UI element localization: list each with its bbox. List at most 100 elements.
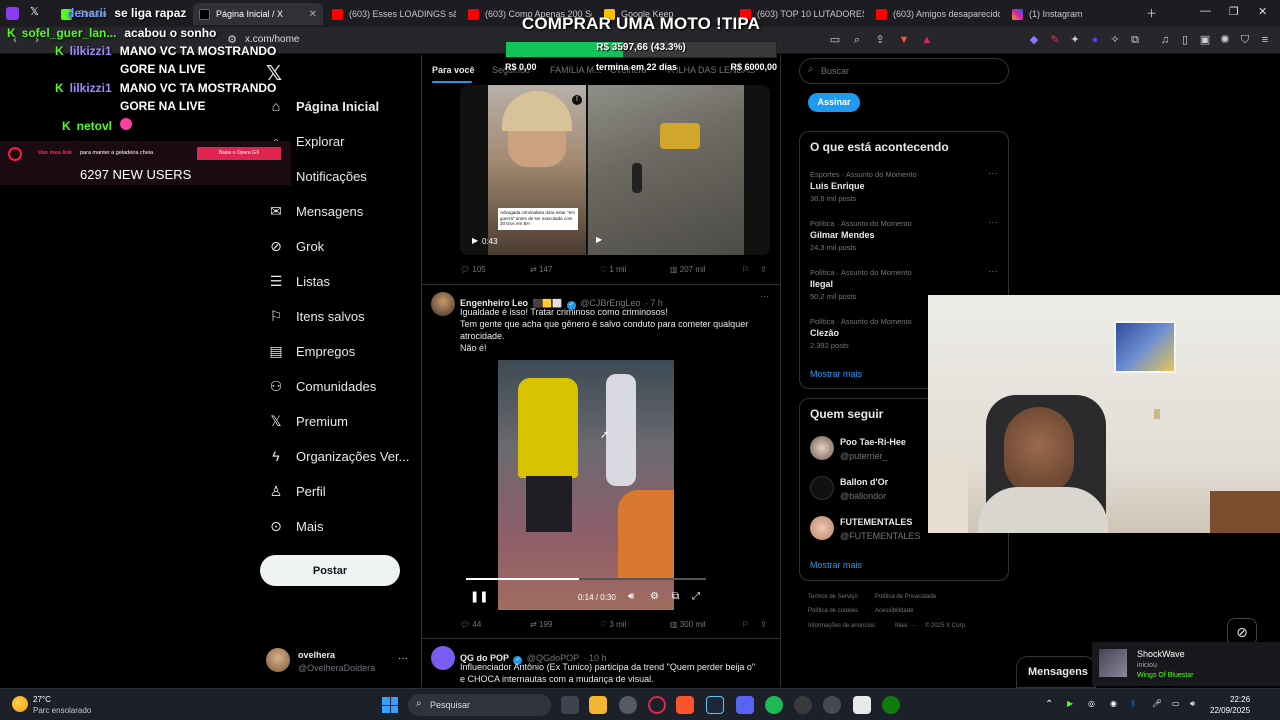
task-view-icon[interactable]	[561, 696, 579, 714]
discord-icon[interactable]	[736, 696, 754, 714]
bookmark-icon[interactable]: ⚐	[742, 620, 749, 629]
avatar[interactable]	[431, 292, 455, 316]
nav-bookmarks[interactable]: ⚐ Itens salvos	[268, 303, 365, 329]
fullscreen-icon[interactable]: ⤢	[692, 591, 700, 602]
trend-more-icon[interactable]: ···	[988, 266, 998, 277]
video-frame[interactable]	[498, 360, 674, 610]
steam-icon[interactable]	[706, 696, 724, 714]
tray-app-icon[interactable]: ◎	[1088, 699, 1095, 708]
tray-chevron-icon[interactable]: ⌃	[1045, 699, 1053, 710]
brave-icon[interactable]	[676, 696, 694, 714]
video-thumbnail-left[interactable]: Advogada criminalista dizia estar "em gu…	[488, 85, 586, 255]
repost-count[interactable]: ⇄ 199	[530, 620, 552, 629]
like-count[interactable]: ♡ 3 mil	[600, 620, 626, 629]
video-progress-track[interactable]	[466, 578, 706, 580]
footer-link[interactable]: Acessibilidade	[875, 608, 913, 614]
search-input[interactable]: Buscar	[821, 66, 849, 76]
network-icon[interactable]: ▭	[1172, 699, 1180, 708]
volume-icon[interactable]: 🔊︎	[1190, 699, 1195, 709]
zoom-icon[interactable]: ⌕	[850, 33, 864, 47]
minimize-icon[interactable]: —	[1200, 5, 1211, 17]
microphone-icon[interactable]: 🎤︎	[1152, 699, 1162, 708]
video-player[interactable]: ❚❚ 0:14 / 0:30 🔊︎ ⚙ ⧉ ⤢	[460, 360, 712, 610]
footer-link[interactable]: Termos de Serviço	[808, 594, 858, 600]
leo-ai-icon[interactable]: ✺	[1218, 33, 1232, 47]
nav-communities[interactable]: ⚇ Comunidades	[268, 373, 377, 399]
nav-jobs[interactable]: ▤ Empregos	[268, 338, 355, 364]
windows-start-icon[interactable]	[382, 697, 398, 713]
tray-play-icon[interactable]: ▶	[1067, 699, 1073, 708]
new-tab-icon[interactable]: ＋	[1146, 5, 1157, 21]
tab-instagram[interactable]: (1) Instagram	[1006, 3, 1136, 25]
sidebar-toggle-icon[interactable]: ▯	[1178, 33, 1192, 47]
footer-link[interactable]: Política de cookies	[808, 608, 858, 614]
like-count[interactable]: ♡ 1 mil	[600, 265, 626, 274]
clock-time[interactable]: 22:26	[1230, 695, 1250, 704]
nav-more[interactable]: ⊙ Mais	[268, 513, 323, 539]
show-more-follow[interactable]: Mostrar mais	[810, 560, 862, 570]
repost-count[interactable]: ⇄ 147	[530, 265, 552, 274]
play-icon[interactable]: ▶	[472, 236, 478, 245]
close-window-icon[interactable]: ✕	[1258, 5, 1267, 18]
vpn-icon[interactable]: ⛉	[1238, 33, 1252, 47]
app-icon[interactable]	[823, 696, 841, 714]
nav-lists[interactable]: ☰ Listas	[268, 268, 330, 294]
account-switcher[interactable]: ovelhera @OvelheraDoidera ···	[266, 645, 418, 681]
nav-messages[interactable]: ✉ Mensagens	[268, 198, 363, 224]
messages-drawer[interactable]: Mensagens	[1016, 656, 1096, 688]
account-more-icon[interactable]: ···	[398, 653, 408, 664]
view-count[interactable]: ▥ 207 mil	[670, 265, 706, 274]
music-icon[interactable]: ♫	[1158, 33, 1172, 47]
tab-youtube-4[interactable]: (603) Amigos desaparecidos...	[870, 3, 1000, 25]
tray-app-icon[interactable]: ◉	[1110, 699, 1117, 708]
nav-verified-orgs[interactable]: ϟ Organizações Ver...	[268, 443, 409, 469]
reply-count[interactable]: 💬︎ 44	[460, 620, 481, 629]
menu-icon[interactable]: ≡	[1258, 33, 1272, 47]
share-icon[interactable]: ⇪	[873, 33, 887, 47]
extension-icon-5[interactable]: ✧	[1108, 33, 1122, 47]
clock-date[interactable]: 22/09/2025	[1210, 706, 1250, 715]
puzzle-icon[interactable]: ⧉	[1128, 33, 1142, 47]
notepad-icon[interactable]	[853, 696, 871, 714]
search-box[interactable]: ⌕ Buscar	[799, 58, 1009, 84]
post1-media[interactable]: Advogada criminalista dizia estar "em gu…	[460, 85, 770, 255]
obs-icon[interactable]	[794, 696, 812, 714]
pip-icon[interactable]: ⧉	[672, 591, 679, 602]
volume-icon[interactable]: 🔊︎	[628, 591, 634, 602]
view-count[interactable]: ▥ 300 mil	[670, 620, 706, 629]
app-icon[interactable]	[619, 696, 637, 714]
brave-shield-icon[interactable]: ▼	[897, 33, 911, 47]
close-tab-icon[interactable]: ✕	[303, 9, 323, 20]
avatar[interactable]	[431, 646, 455, 670]
extension-icon-3[interactable]: ✦	[1068, 33, 1082, 47]
nav-premium[interactable]: 𝕏 Premium	[268, 408, 348, 434]
extension-icon-1[interactable]: ◆	[1027, 33, 1041, 47]
play-icon[interactable]: ▶	[596, 235, 602, 244]
bluetooth-icon[interactable]: ᛒ	[1131, 699, 1136, 708]
footer-link[interactable]: Informações de anúncios	[808, 623, 875, 629]
nav-profile[interactable]: ♙ Perfil	[268, 478, 326, 504]
weather-icon[interactable]	[12, 696, 28, 712]
settings-icon[interactable]: ⚙	[650, 591, 659, 602]
xbox-icon[interactable]	[882, 696, 900, 714]
pause-icon[interactable]: ❚❚	[470, 590, 488, 603]
show-more-trends[interactable]: Mostrar mais	[810, 369, 862, 379]
trend-more-icon[interactable]: ···	[988, 217, 998, 228]
extension-icon-4[interactable]: ●	[1088, 33, 1102, 47]
share-icon[interactable]: ⇪	[760, 620, 767, 629]
bookmark-icon[interactable]: ⚐	[742, 265, 749, 274]
post-button[interactable]: Postar	[260, 555, 400, 586]
extension-icon-2[interactable]: ✎	[1048, 33, 1062, 47]
opera-icon[interactable]	[648, 696, 666, 714]
tab-youtube-1[interactable]: (603) Esses LOADINGS são E...	[326, 3, 456, 25]
share-icon[interactable]: ⇪	[760, 265, 767, 274]
reply-count[interactable]: 💬︎ 105	[460, 265, 486, 274]
spotify-icon[interactable]	[765, 696, 783, 714]
post-more-icon[interactable]: ···	[760, 291, 769, 301]
nav-home[interactable]: ⌂ Página Inicial	[268, 93, 379, 119]
footer-link[interactable]: Política de Privacidade	[875, 594, 936, 600]
footer-link[interactable]: Mais ···	[895, 623, 915, 629]
maximize-icon[interactable]: ❐	[1229, 5, 1239, 18]
brave-rewards-icon[interactable]: ▲	[920, 33, 934, 47]
trend-more-icon[interactable]: ···	[988, 168, 998, 179]
